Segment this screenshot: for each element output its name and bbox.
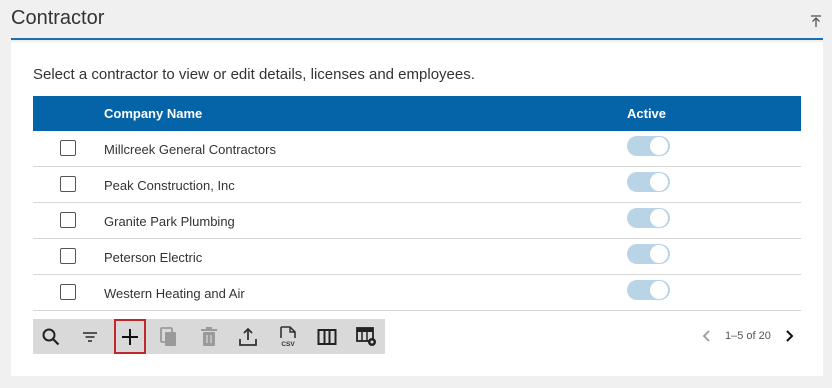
row-checkbox[interactable] xyxy=(60,284,76,300)
columns-icon xyxy=(317,328,337,345)
active-toggle[interactable] xyxy=(627,244,670,264)
page-title: Contractor xyxy=(11,7,105,29)
table-settings-icon xyxy=(356,326,376,346)
search-button[interactable] xyxy=(35,319,67,354)
toggle-knob xyxy=(650,137,668,155)
export-button[interactable] xyxy=(232,319,264,354)
chevron-right-icon[interactable] xyxy=(783,328,795,347)
panel-description: Select a contractor to view or edit deta… xyxy=(33,66,475,83)
pagination-label: 1–5 of 20 xyxy=(725,330,771,342)
active-toggle[interactable] xyxy=(627,208,670,228)
table-toolbar: CSV xyxy=(33,319,385,354)
toggle-knob xyxy=(650,281,668,299)
row-checkbox[interactable] xyxy=(60,140,76,156)
company-name: Western Heating and Air xyxy=(104,286,245,301)
columns-button[interactable] xyxy=(311,319,343,354)
toggle-knob xyxy=(650,245,668,263)
contractor-table: Company Name Active Millcreek General Co… xyxy=(33,96,801,311)
table-row[interactable]: Millcreek General Contractors xyxy=(33,131,801,167)
collapse-top-icon[interactable] xyxy=(809,14,823,28)
export-icon xyxy=(239,327,257,346)
add-button[interactable] xyxy=(114,319,146,354)
table-row[interactable]: Western Heating and Air xyxy=(33,275,801,311)
csv-icon-label: CSV xyxy=(281,341,295,348)
search-icon xyxy=(42,328,60,345)
pagination: 1–5 of 20 xyxy=(701,328,801,346)
row-checkbox[interactable] xyxy=(60,176,76,192)
company-name: Granite Park Plumbing xyxy=(104,214,235,229)
active-toggle[interactable] xyxy=(627,136,670,156)
filter-icon xyxy=(83,331,97,342)
row-checkbox[interactable] xyxy=(60,212,76,228)
csv-button[interactable]: CSV xyxy=(272,319,304,354)
column-header-active[interactable]: Active xyxy=(627,106,666,121)
table-row[interactable]: Granite Park Plumbing xyxy=(33,203,801,239)
contractor-panel: Select a contractor to view or edit deta… xyxy=(11,42,823,376)
company-name: Millcreek General Contractors xyxy=(104,142,276,157)
company-name: Peterson Electric xyxy=(104,250,203,265)
toggle-knob xyxy=(650,209,668,227)
filter-button[interactable] xyxy=(74,319,106,354)
add-icon xyxy=(122,328,138,345)
table-row[interactable]: Peterson Electric xyxy=(33,239,801,275)
active-toggle[interactable] xyxy=(627,172,670,192)
table-row[interactable]: Peak Construction, Inc xyxy=(33,167,801,203)
active-toggle[interactable] xyxy=(627,280,670,300)
chevron-left-icon[interactable] xyxy=(701,328,713,347)
copy-icon xyxy=(160,326,176,346)
table-header: Company Name Active xyxy=(33,96,801,131)
column-header-company-name[interactable]: Company Name xyxy=(104,106,202,121)
toggle-knob xyxy=(650,173,668,191)
delete-button[interactable] xyxy=(193,319,225,354)
table-settings-button[interactable] xyxy=(351,319,383,354)
row-checkbox[interactable] xyxy=(60,248,76,264)
csv-icon: CSV xyxy=(280,325,296,348)
copy-button[interactable] xyxy=(153,319,185,354)
company-name: Peak Construction, Inc xyxy=(104,178,235,193)
page-header: Contractor xyxy=(11,0,823,40)
delete-icon xyxy=(201,326,217,346)
